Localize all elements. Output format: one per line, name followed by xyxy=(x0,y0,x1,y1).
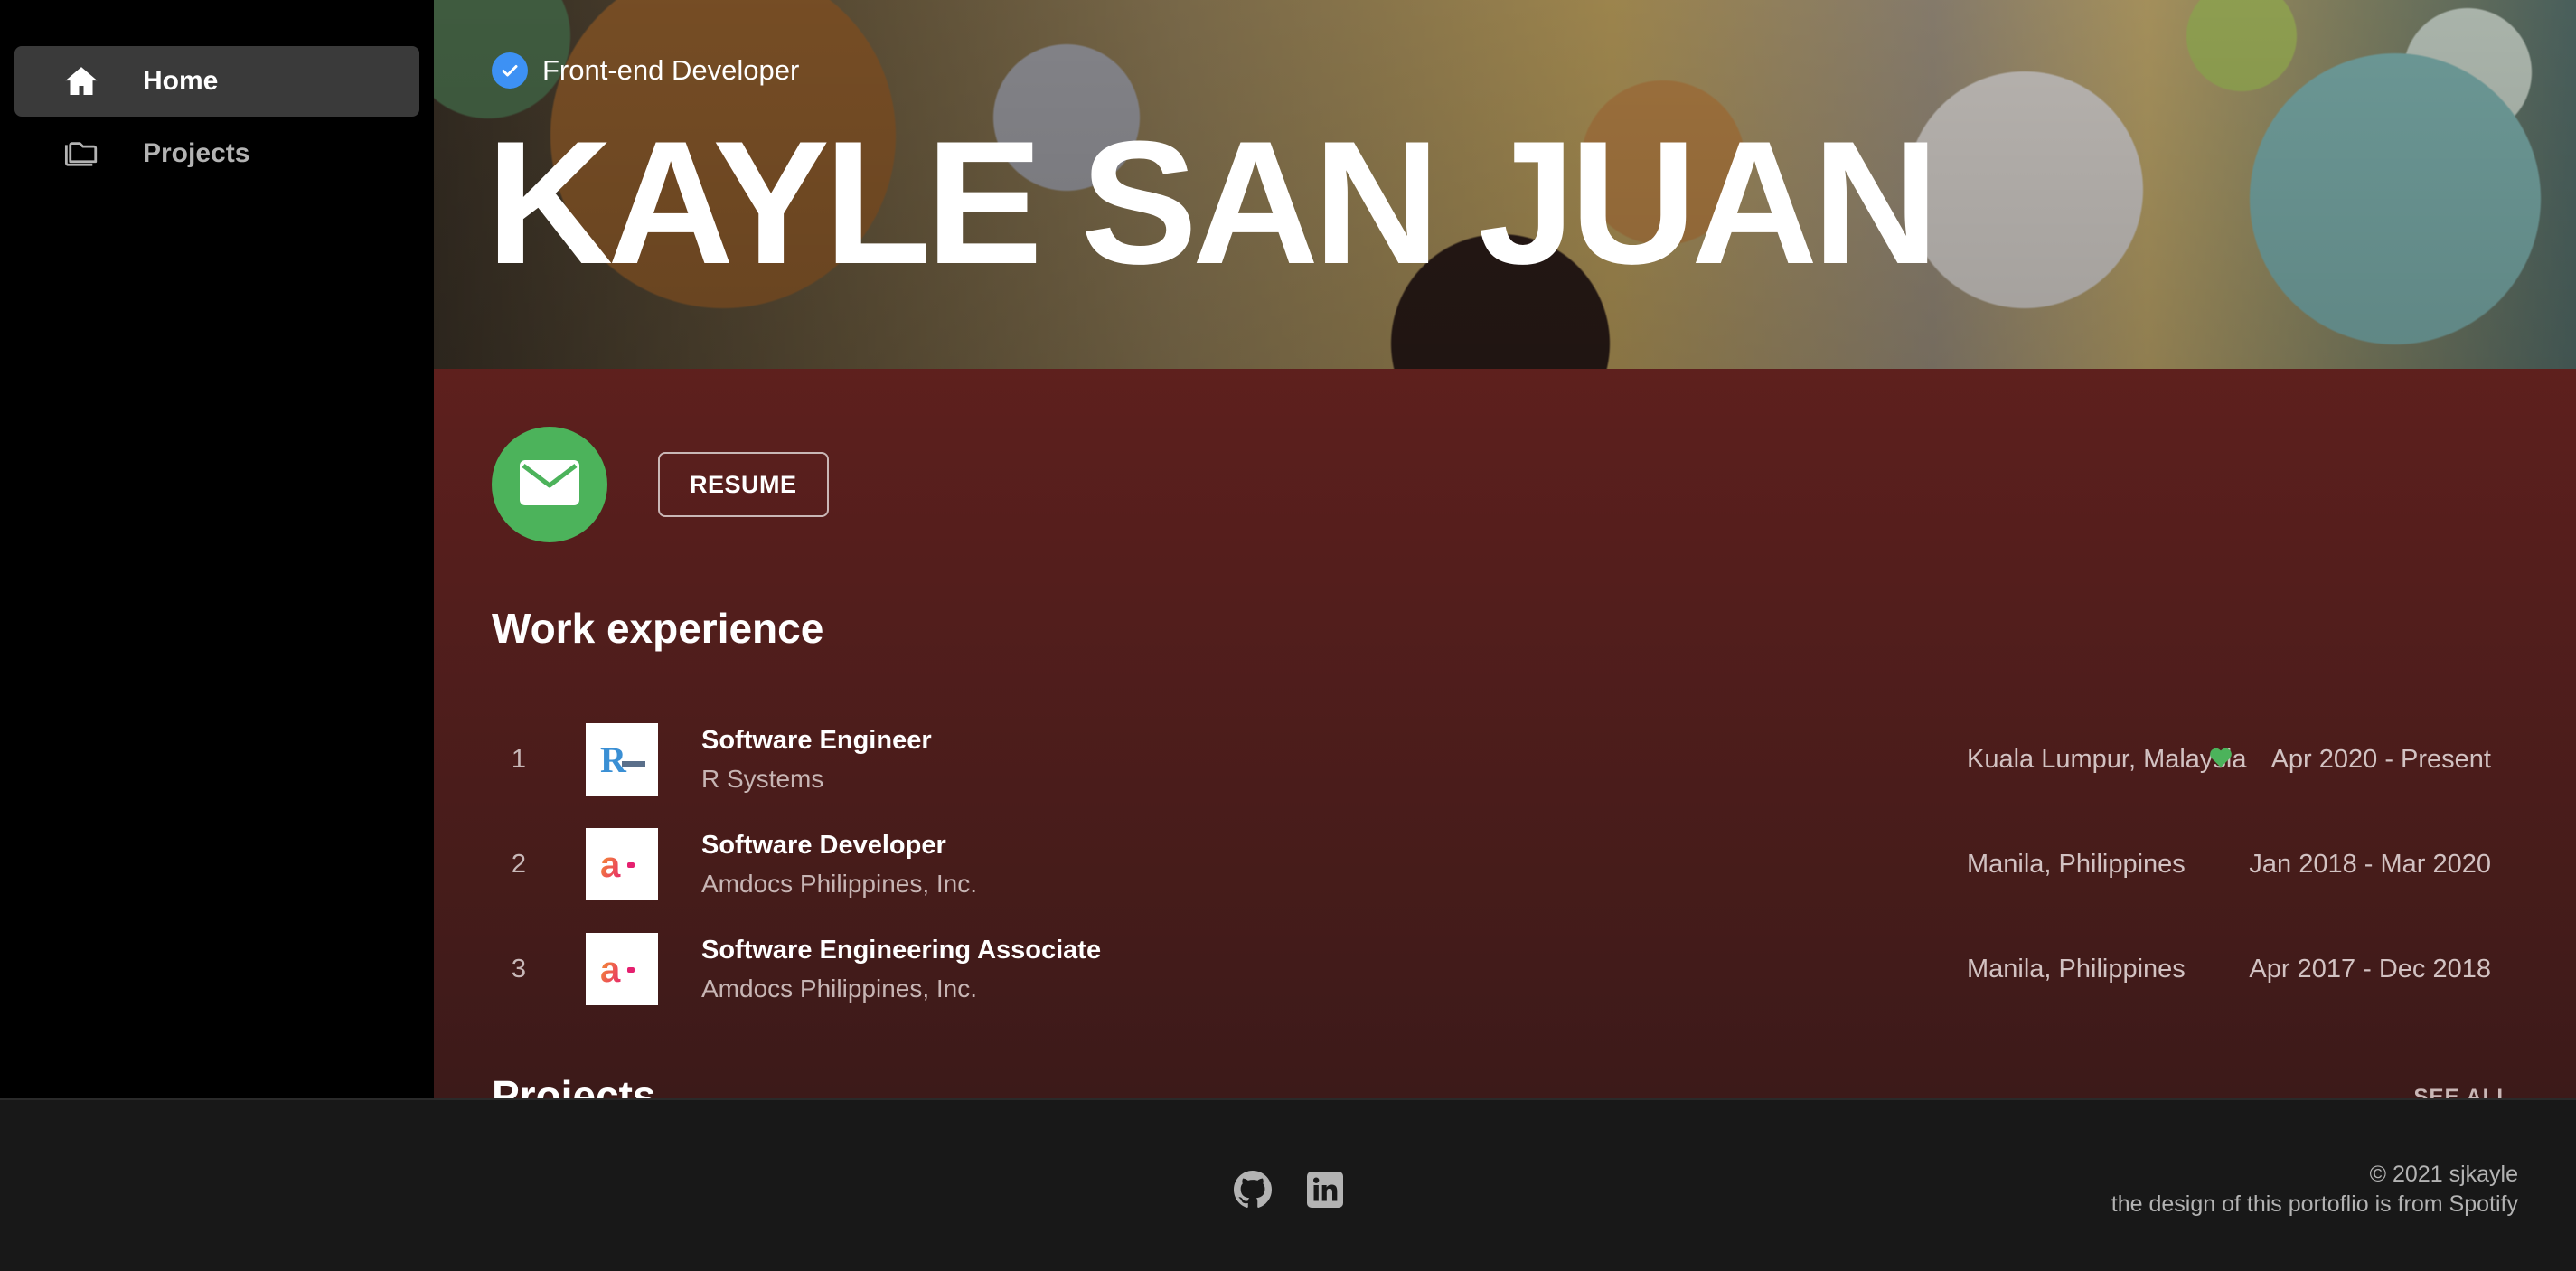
role-title: Software Developer xyxy=(701,830,946,860)
item-number: 1 xyxy=(511,744,527,774)
sidebar-item-projects[interactable]: Projects xyxy=(14,118,419,189)
email-button[interactable] xyxy=(492,427,607,542)
footer-text: © 2021 sjkayle the design of this portof… xyxy=(2111,1160,2518,1219)
social-links xyxy=(1234,1171,1344,1209)
sidebar-item-label: Home xyxy=(143,66,219,96)
date-range: Jan 2018 - Mar 2020 xyxy=(2249,849,2491,879)
svg-text:a: a xyxy=(600,846,621,882)
job-title: Front-end Developer xyxy=(542,54,800,86)
company-name: Amdocs Philippines, Inc. xyxy=(701,974,978,1003)
verified-check-icon xyxy=(492,52,528,89)
item-number: 3 xyxy=(511,954,527,984)
item-number: 2 xyxy=(511,849,527,879)
item-text: Software Engineering Associate Amdocs Ph… xyxy=(701,936,1101,1003)
amdocs-logo: a xyxy=(586,933,658,1005)
svg-text:a: a xyxy=(600,951,621,987)
see-all-link[interactable]: SEE ALL xyxy=(2414,1085,2511,1098)
work-experience-title: Work experience xyxy=(492,605,824,652)
list-item[interactable]: 3 a Software Engineering Associate Amdoc… xyxy=(492,917,2491,1022)
heart-icon xyxy=(2209,747,2233,773)
home-icon xyxy=(61,61,101,101)
hero-banner: Front-end Developer KAYLE SAN JUAN xyxy=(434,0,2576,369)
date-range: Apr 2020 - Present xyxy=(2270,744,2491,774)
amdocs-logo: a xyxy=(586,828,658,900)
main-content: Front-end Developer KAYLE SAN JUAN RESUM… xyxy=(434,0,2576,1098)
sidebar: Home Projects xyxy=(0,0,434,1098)
svg-text:R: R xyxy=(600,739,627,779)
resume-button[interactable]: RESUME xyxy=(658,452,829,517)
design-credit: the design of this portoflio is from Spo… xyxy=(2111,1191,2518,1217)
verified-badge: Front-end Developer xyxy=(492,52,799,89)
location: Manila, Philippines xyxy=(1967,849,2186,879)
list-item[interactable]: 2 a Software Developer Amdocs Philippine… xyxy=(492,812,2491,917)
list-item[interactable]: 1 R Software Engineer R Systems Kuala Lu… xyxy=(492,707,2491,812)
github-icon[interactable] xyxy=(1234,1171,1272,1209)
location: Kuala Lumpur, Malaysia xyxy=(1967,744,2247,774)
role-title: Software Engineer xyxy=(701,725,932,755)
footer: © 2021 sjkayle the design of this portof… xyxy=(0,1098,2576,1271)
sidebar-item-label: Projects xyxy=(143,138,250,168)
role-title: Software Engineering Associate xyxy=(701,935,1102,965)
company-name: R Systems xyxy=(701,764,824,793)
item-text: Software Engineer R Systems xyxy=(701,726,932,794)
action-bar: RESUME xyxy=(492,427,829,542)
envelope-icon xyxy=(520,459,579,510)
app-shell: Home Projects Front-end Developer KAYLE … xyxy=(0,0,2576,1098)
projects-section-title: Projects xyxy=(492,1072,656,1098)
folder-icon xyxy=(61,134,101,174)
page-title: KAYLE SAN JUAN xyxy=(486,105,1939,301)
work-experience-list: 1 R Software Engineer R Systems Kuala Lu… xyxy=(492,707,2491,1022)
linkedin-icon[interactable] xyxy=(1306,1171,1344,1209)
company-name: Amdocs Philippines, Inc. xyxy=(701,869,978,898)
item-text: Software Developer Amdocs Philippines, I… xyxy=(701,831,977,899)
r-systems-logo: R xyxy=(586,723,658,796)
sidebar-item-home[interactable]: Home xyxy=(14,46,419,117)
location: Manila, Philippines xyxy=(1967,954,2186,984)
copyright-text: © 2021 sjkayle xyxy=(2369,1162,2518,1187)
date-range: Apr 2017 - Dec 2018 xyxy=(2249,954,2491,984)
